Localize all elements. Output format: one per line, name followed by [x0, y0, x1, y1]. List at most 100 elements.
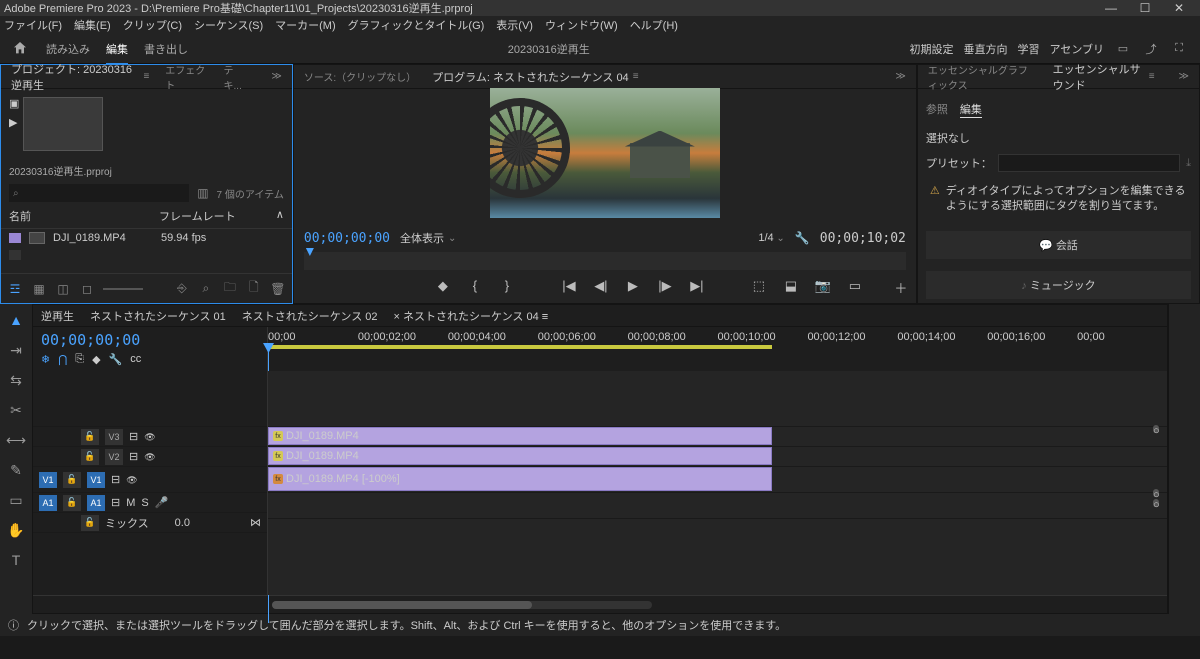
linked-icon[interactable]: ⎘ — [75, 353, 84, 366]
type-tool[interactable]: T — [6, 550, 26, 570]
scroll-handle[interactable]: ○ — [1153, 499, 1159, 507]
scrubber[interactable] — [304, 252, 906, 270]
col-sort-icon[interactable]: ∧ — [276, 208, 284, 224]
step-back-icon[interactable]: ◀| — [592, 278, 610, 297]
program-monitor[interactable] — [490, 88, 720, 218]
marker-icon[interactable]: ◆ — [92, 353, 100, 366]
sequence-tab[interactable]: × ネストされたシーケンス 04 ≡ — [394, 308, 549, 324]
menu-file[interactable]: ファイル(F) — [4, 17, 62, 33]
button-editor-icon[interactable]: ＋ — [892, 278, 910, 297]
extract-icon[interactable]: ⬓ — [782, 278, 800, 297]
zoom-slider[interactable] — [103, 288, 143, 290]
time-ruler[interactable]: 00;0000;00;02;0000;00;04;0000;00;06;0000… — [268, 327, 1167, 371]
step-fwd-icon[interactable]: |▶ — [656, 278, 674, 297]
mark-out-icon[interactable]: } — [498, 278, 516, 297]
maximize-button[interactable]: ☐ — [1128, 1, 1162, 15]
sort-icon[interactable]: ◻ — [79, 282, 95, 296]
fullscreen-icon[interactable]: ⛶ — [1170, 40, 1188, 58]
trash-icon[interactable]: 🗑 — [270, 282, 286, 296]
scroll-handle[interactable]: ○ — [1153, 489, 1159, 497]
panel-overflow[interactable]: ≫ — [891, 69, 909, 84]
close-button[interactable]: ✕ — [1162, 1, 1196, 15]
rectangle-tool[interactable]: ▭ — [6, 490, 26, 510]
fx-icon[interactable]: fx — [273, 431, 283, 441]
resolution-dropdown[interactable]: 1/4 ⌄ — [758, 232, 784, 244]
tab-program[interactable]: プログラム: ネストされたシーケンス 04 ≡ — [428, 67, 642, 87]
track-header-mix[interactable]: ミックス0.0⋈ — [33, 513, 267, 533]
work-area-bar[interactable] — [268, 345, 772, 349]
share-icon[interactable]: ⤴ — [1142, 40, 1160, 58]
menu-marker[interactable]: マーカー(M) — [275, 17, 336, 33]
preset-dropdown[interactable] — [998, 154, 1180, 172]
subtab-edit[interactable]: 編集 — [960, 101, 982, 118]
magnet-icon[interactable]: ⋂ — [58, 353, 67, 366]
list-view-icon[interactable]: ☲ — [7, 282, 23, 296]
program-tc-in[interactable]: 00;00;00;00 — [304, 231, 390, 246]
panel-overflow[interactable]: ≫ — [1175, 69, 1193, 84]
hand-tool[interactable]: ✋ — [6, 520, 26, 540]
track-header-v1[interactable]: V1V1⊟ — [33, 467, 267, 493]
ws-default[interactable]: 初期設定 — [910, 41, 954, 57]
play-icon[interactable]: ▶ — [9, 116, 19, 129]
zoom-dropdown[interactable]: 全体表示 ⌄ — [400, 230, 456, 246]
fx-icon[interactable]: fx — [273, 451, 283, 461]
scroll-handle[interactable]: ○ — [1153, 425, 1159, 433]
home-icon[interactable] — [12, 40, 30, 58]
ws-learn[interactable]: 学習 — [1018, 41, 1040, 57]
mark-in-icon[interactable]: { — [466, 278, 484, 297]
quickexport-icon[interactable]: ▭ — [1114, 40, 1132, 58]
timeline-timecode[interactable]: 00;00;00;00 — [41, 331, 259, 349]
ws-vertical[interactable]: 垂直方向 — [964, 41, 1008, 57]
automate-icon[interactable]: ⎆ — [174, 281, 190, 296]
clip[interactable]: fxDJI_0189.MP4 [-100%] — [268, 467, 772, 491]
sequence-tab[interactable]: 逆再生 — [41, 308, 74, 324]
selection-tool[interactable]: ▲ — [6, 310, 26, 330]
goto-out-icon[interactable]: ▶| — [688, 278, 706, 297]
clip[interactable]: fxDJI_0189.MP4 — [268, 447, 772, 465]
newitem-icon[interactable]: 🗋 — [246, 278, 262, 299]
freeform-view-icon[interactable]: ◫ — [55, 282, 71, 296]
tab-export[interactable]: 書き出し — [144, 41, 188, 57]
comparison-icon[interactable]: ▭ — [846, 278, 864, 297]
icon-view-icon[interactable]: ▦ — [31, 282, 47, 296]
play-button[interactable]: ▶ — [624, 278, 642, 297]
fx-icon[interactable]: fx — [273, 474, 283, 484]
list-item[interactable] — [1, 247, 292, 263]
sequence-tab[interactable]: ネストされたシーケンス 01 — [90, 308, 226, 324]
col-name[interactable]: 名前 — [9, 208, 159, 224]
timeline-zoom-slider[interactable] — [272, 601, 652, 609]
ripple-tool[interactable]: ⇆ — [6, 370, 26, 390]
clip[interactable]: fxDJI_0189.MP4 — [268, 427, 772, 445]
track-header-a1[interactable]: A1A1⊟MS🎤 — [33, 493, 267, 513]
music-button[interactable]: ♪ ミュージック — [926, 271, 1191, 299]
menu-clip[interactable]: クリップ(C) — [123, 17, 182, 33]
search-input[interactable] — [9, 184, 189, 202]
slip-tool[interactable]: ⟷ — [6, 430, 26, 450]
dialogue-button[interactable]: 💬 会話 — [926, 231, 1191, 259]
menu-edit[interactable]: 編集(E) — [74, 17, 111, 33]
add-marker-icon[interactable]: ◆ — [434, 278, 452, 297]
subtab-browse[interactable]: 参照 — [926, 101, 948, 118]
list-item[interactable]: DJI_0189.MP4 59.94 fps — [1, 229, 292, 247]
bin-icon[interactable]: ▥ — [197, 186, 208, 200]
track-header-v3[interactable]: V3⊟ — [33, 427, 267, 447]
panel-overflow[interactable]: ≫ — [267, 69, 285, 84]
tab-edit[interactable]: 編集 — [106, 41, 128, 57]
goto-in-icon[interactable]: |◀ — [560, 278, 578, 297]
menu-window[interactable]: ウィンドウ(W) — [545, 17, 618, 33]
minimize-button[interactable]: — — [1094, 1, 1128, 15]
ws-assembly[interactable]: アセンブリ — [1050, 41, 1104, 57]
snap-icon[interactable]: ❄ — [41, 353, 50, 366]
track-select-tool[interactable]: ⇥ — [6, 340, 26, 360]
settings-icon[interactable]: 🔧 — [109, 353, 123, 366]
export-frame-icon[interactable]: 📷 — [814, 278, 832, 297]
playhead-icon[interactable] — [306, 248, 314, 256]
lift-icon[interactable]: ⬚ — [750, 278, 768, 297]
razor-tool[interactable]: ✂ — [6, 400, 26, 420]
track-header-v2[interactable]: V2⊟ — [33, 447, 267, 467]
tab-import[interactable]: 読み込み — [46, 41, 90, 57]
menu-view[interactable]: 表示(V) — [496, 17, 533, 33]
menu-graphics[interactable]: グラフィックとタイトル(G) — [348, 17, 485, 33]
pen-tool[interactable]: ✎ — [6, 460, 26, 480]
newbin-icon[interactable]: 🗀 — [222, 278, 238, 299]
